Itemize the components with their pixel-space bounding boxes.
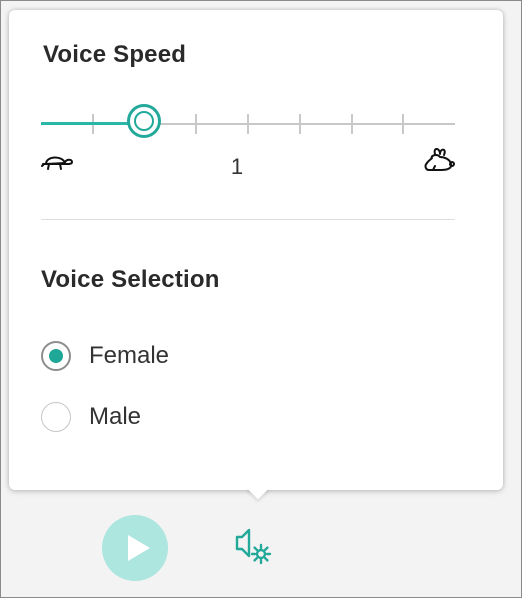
section-divider [41,219,455,220]
slider-tick [247,114,249,134]
voice-selection-title: Voice Selection [41,266,220,293]
slider-thumb[interactable] [127,104,161,138]
voice-option-label: Male [89,403,142,430]
speaker-gear-icon[interactable] [234,525,274,565]
turtle-icon [41,156,74,170]
voice-option-label: Female [89,342,170,369]
play-button[interactable] [102,515,168,581]
voice-option-male[interactable]: Male [41,400,141,434]
rabbit-icon [424,148,455,171]
slider-tick [299,114,301,134]
radio-female[interactable] [41,341,71,371]
voice-speed-value: 1 [230,154,244,179]
voice-speed-title: Voice Speed [43,41,187,68]
slider-tick [195,114,197,134]
slider-tick [402,114,404,134]
slider-tick [351,114,353,134]
play-icon [128,535,150,561]
voice-speed-slider[interactable] [41,104,455,144]
voice-option-female[interactable]: Female [41,339,169,373]
radio-male[interactable] [41,402,71,432]
